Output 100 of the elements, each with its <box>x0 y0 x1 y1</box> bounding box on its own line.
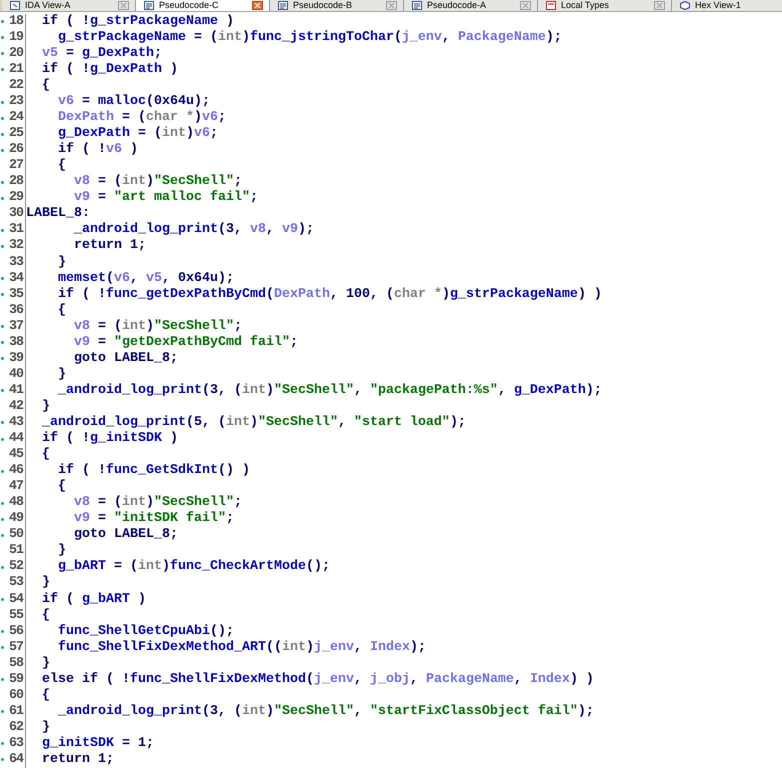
line-number: 63 <box>8 736 23 752</box>
code-line: return 1; <box>72 238 146 254</box>
tab[interactable]: Hex View-1 <box>672 0 782 11</box>
code-line: _android_log_print(3, (int)"SecShell", "startFixClassObject fail"); <box>56 704 594 720</box>
line-number: 40 <box>8 366 23 383</box>
line-number: 54 <box>8 592 23 608</box>
code-line: v8 = (int)"SecShell"; <box>72 495 242 511</box>
line-number: 56 <box>8 624 23 640</box>
document-icon <box>278 1 288 10</box>
line-number: 61 <box>8 704 23 720</box>
line-number: 38 <box>8 334 23 351</box>
tab[interactable]: Pseudocode-C <box>136 0 270 11</box>
line-number: 55 <box>8 608 23 624</box>
line-number: 47 <box>8 479 23 496</box>
code-line: v8 = (int)"SecShell"; <box>72 174 242 190</box>
tab[interactable]: Pseudocode-A <box>404 0 538 11</box>
line-number: 29 <box>8 190 23 206</box>
line-number: 44 <box>8 431 23 448</box>
code-line: { <box>40 447 50 464</box>
line-number: 25 <box>8 126 23 142</box>
line-number: 53 <box>8 575 23 592</box>
code-line: _android_log_print(3, v8, v9); <box>72 222 314 238</box>
code-line: } <box>56 366 66 383</box>
line-number: 32 <box>8 238 23 254</box>
line-number: 64 <box>8 752 23 768</box>
code-line: _android_log_print(5, (int)"SecShell", "start load"); <box>40 414 466 431</box>
line-number: 37 <box>8 318 23 335</box>
code-line: } <box>40 656 50 672</box>
line-number: 26 <box>8 142 23 158</box>
code-line: if ( !g_strPackageName ) <box>40 14 234 30</box>
line-number: 22 <box>8 78 23 94</box>
line-number: 51 <box>8 543 23 560</box>
line-number: 34 <box>8 270 23 287</box>
tab[interactable]: Local Types <box>538 0 672 11</box>
line-number: 28 <box>8 174 23 190</box>
code-line: v9 = "art malloc fail"; <box>72 190 258 206</box>
line-number: 62 <box>8 720 23 736</box>
line-number: 41 <box>8 382 23 399</box>
code-line: v8 = (int)"SecShell"; <box>72 318 242 335</box>
line-number: 18 <box>8 14 23 30</box>
code-line: if ( !v6 ) <box>56 142 138 158</box>
line-number: 36 <box>8 302 23 319</box>
line-number: 19 <box>8 30 23 46</box>
code-line: if ( !func_getDexPathByCmd(DexPath, 100, (char *)g_strPackageName) ) <box>56 286 602 303</box>
line-number: 57 <box>8 640 23 656</box>
code-line: v9 = "initSDK fail"; <box>72 511 234 528</box>
line-number: 39 <box>8 350 23 367</box>
code-line: LABEL_8: <box>26 206 90 222</box>
code-line: } <box>56 254 66 271</box>
code-line: func_ShellFixDexMethod_ART((int)j_env, Index); <box>56 640 426 656</box>
code-line: g_initSDK = 1; <box>40 736 154 752</box>
code-line: if ( !func_GetSdkInt() ) <box>56 463 250 479</box>
line-number: 46 <box>8 463 23 480</box>
document-icon <box>144 1 154 10</box>
code-line: g_DexPath = (int)v6; <box>56 126 218 142</box>
code-line: g_bART = (int)func_CheckArtMode(); <box>56 559 330 576</box>
line-number: 45 <box>8 447 23 464</box>
code-line: return 1; <box>40 752 114 768</box>
line-number: 59 <box>8 672 23 688</box>
code-line: func_ShellGetCpuAbi(); <box>56 624 234 640</box>
line-number: 20 <box>8 46 23 62</box>
line-number: 48 <box>8 495 23 512</box>
tab[interactable]: IDA View-A <box>2 0 136 11</box>
line-number: 58 <box>8 656 23 672</box>
line-number: 50 <box>8 527 23 544</box>
line-number: 30 <box>8 206 23 222</box>
line-number: 27 <box>8 158 23 174</box>
line-number: 43 <box>8 414 23 431</box>
code-line: { <box>56 158 66 174</box>
code-line: goto LABEL_8; <box>72 350 178 367</box>
code-line: } <box>40 720 50 736</box>
line-number: 60 <box>8 688 23 704</box>
document-icon <box>412 1 422 10</box>
graph-icon <box>10 1 20 10</box>
code-line: if ( !g_initSDK ) <box>40 431 178 447</box>
line-number: 24 <box>8 110 23 126</box>
line-number: 33 <box>8 254 23 271</box>
code-line: } <box>40 575 50 592</box>
line-number: 52 <box>8 559 23 576</box>
code-line: { <box>40 78 50 94</box>
tab[interactable]: Pseudocode-B <box>270 0 404 11</box>
code-line: { <box>40 688 50 704</box>
code-line: else if ( !func_ShellFixDexMethod(j_env, j_obj, PackageName, Index) ) <box>40 672 594 688</box>
code-line: { <box>56 302 66 319</box>
types-icon <box>546 1 556 10</box>
close-icon[interactable] <box>252 1 263 10</box>
line-number: 35 <box>8 286 23 303</box>
hexagon-icon <box>680 1 690 10</box>
code-line: if ( g_bART ) <box>40 592 146 608</box>
code-line: goto LABEL_8; <box>72 527 178 544</box>
line-number: 23 <box>8 94 23 110</box>
code-line: } <box>40 398 50 415</box>
code-line: g_strPackageName = (int)func_jstringToChar(j_env, PackageName); <box>56 30 562 46</box>
code-line: v9 = "getDexPathByCmd fail"; <box>72 334 298 351</box>
code-line: { <box>56 479 66 496</box>
code-line: memset(v6, v5, 0x64u); <box>56 270 234 287</box>
code-line: DexPath = (char *)v6; <box>56 110 226 126</box>
line-number: 42 <box>8 398 23 415</box>
code-line: v5 = g_DexPath; <box>40 46 162 62</box>
line-number: 49 <box>8 511 23 528</box>
